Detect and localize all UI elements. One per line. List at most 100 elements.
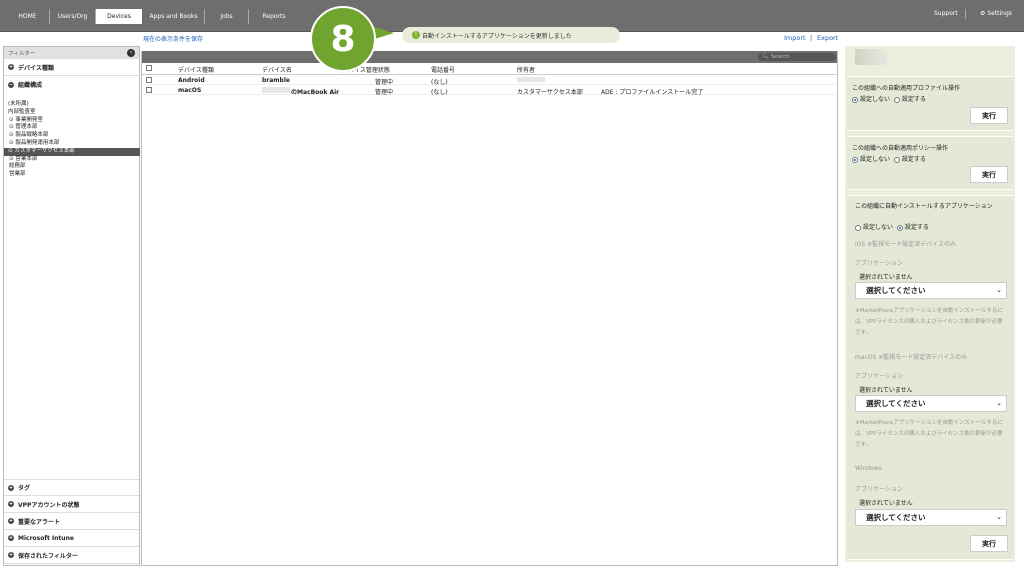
select-all-checkbox[interactable]	[146, 65, 152, 71]
ios-note: ※MarketPlaceアプリケーションを自動インストールするには、VPPライセ…	[855, 308, 1003, 336]
tree-item[interactable]: 総務部	[6, 163, 139, 171]
nav-home[interactable]: HOME	[6, 9, 50, 24]
tree-item-selected[interactable]: ⊙ カスタマーサクセス本部	[4, 147, 140, 156]
import-link[interactable]: Import	[784, 34, 806, 42]
table-toolbar: 🔍︎ Search	[142, 51, 837, 63]
support-link[interactable]: Support	[934, 10, 958, 17]
nav-reports[interactable]: Reports	[250, 9, 298, 24]
radio-label: 設定する	[901, 96, 926, 103]
minus-icon: −	[8, 81, 14, 88]
table-header: デバイス種類 デバイス名 デバイス管理状態 電話番号 所有者	[142, 63, 837, 75]
apps-panel: この組織に自動インストールするアプリケーション 設定しない 設定する iOS ※…	[847, 195, 1013, 560]
macos-app-label: アプリケーション	[855, 373, 903, 380]
table-row[interactable]: Android bramble 管理中 (なし)	[142, 75, 837, 86]
select-value: 選択してください	[866, 513, 926, 522]
owner: カスタマーサクセス本部	[517, 89, 583, 96]
tree-item[interactable]: ⊙ 製品戦略本部	[6, 132, 139, 140]
ios-none-selected: 選択されていません	[859, 274, 913, 281]
settings-label: Settings	[987, 10, 1012, 17]
section-label: Microsoft Intune	[18, 534, 74, 542]
macos-app-select[interactable]: 選択してください ⌄	[855, 395, 1007, 412]
apps-radio-off[interactable]	[855, 224, 861, 231]
ios-app-select[interactable]: 選択してください ⌄	[855, 282, 1007, 299]
device-note: ADE : プロファイルインストール完了	[601, 89, 704, 96]
chevron-down-icon: ⌄	[996, 286, 1002, 294]
row-checkbox[interactable]	[146, 77, 152, 83]
radio-label: 設定しない	[863, 224, 894, 231]
header-phone[interactable]: 電話番号	[431, 65, 455, 74]
collapse-icon[interactable]: ‹	[127, 49, 135, 57]
nav-users-org[interactable]: Users/Org	[50, 9, 96, 24]
select-value: 選択してください	[866, 286, 926, 295]
plus-icon: +	[8, 535, 14, 541]
header-device-type[interactable]: デバイス種類	[178, 65, 214, 74]
radio-label: 設定する	[904, 224, 929, 231]
macos-label: macOS ※監視モード設定済デバイスのみ	[855, 354, 968, 361]
ios-label: iOS ※監視モード設定済デバイスのみ	[855, 241, 956, 248]
section-label: 組織構成	[18, 82, 43, 89]
section-saved-filters[interactable]: + 保存されたフィルター	[4, 547, 139, 564]
save-filter-link[interactable]: 現在の表示条件を保存	[143, 34, 203, 43]
policy-radio-on[interactable]	[893, 156, 900, 163]
plus-icon: +	[8, 64, 14, 70]
policy-radio-off[interactable]	[852, 156, 858, 163]
device-name[interactable]: bramble	[262, 77, 290, 84]
settings-link[interactable]: ⚙ Settings	[980, 10, 1012, 17]
apps-run-button[interactable]: 実行	[970, 535, 1008, 552]
device-status: 管理中	[375, 89, 394, 96]
profile-radio-on[interactable]	[893, 96, 900, 103]
windows-label: Windows	[855, 465, 882, 472]
owner-redacted	[517, 77, 545, 82]
tree-item[interactable]: 内部監査室	[6, 109, 139, 117]
profile-radio-off[interactable]	[852, 96, 858, 103]
policy-run-button[interactable]: 実行	[970, 166, 1008, 183]
tree-item[interactable]: ⊙ 製品開発運用本部	[6, 140, 139, 148]
section-org-structure[interactable]: − 組織構成	[4, 76, 139, 93]
select-value: 選択してください	[866, 399, 926, 408]
plus-icon: +	[8, 518, 14, 524]
windows-app-label: アプリケーション	[855, 486, 903, 493]
header-device-name[interactable]: デバイス名	[262, 65, 292, 74]
radio-label: 設定しない	[860, 156, 891, 163]
step-badge: 8	[310, 6, 376, 72]
tree-item-unassigned[interactable]: (未所属)	[6, 101, 139, 109]
search-input[interactable]: 🔍︎ Search	[758, 53, 836, 61]
success-toast: ! 自動インストールするアプリケーションを更新しました	[402, 27, 620, 43]
section-label: タグ	[18, 485, 31, 492]
windows-none-selected: 選択されていません	[859, 500, 913, 507]
section-vpp-status[interactable]: + VPPアカウントの状態	[4, 496, 139, 513]
section-intune[interactable]: + Microsoft Intune	[4, 530, 139, 547]
section-tags[interactable]: + タグ	[4, 479, 139, 496]
header-owner[interactable]: 所有者	[517, 65, 535, 74]
row-checkbox[interactable]	[146, 87, 152, 93]
apps-title: この組織に自動インストールするアプリケーション	[855, 203, 993, 210]
table-row[interactable]: macOS のMacBook Air 管理中 (なし) カスタマーサクセス本部 …	[142, 85, 837, 96]
section-alerts[interactable]: + 重要なアラート	[4, 513, 139, 530]
windows-app-select[interactable]: 選択してください ⌄	[855, 509, 1007, 526]
profile-title: この組織への自動適用プロファイル操作	[852, 85, 961, 92]
phone-number: (なし)	[431, 89, 448, 96]
check-icon: !	[412, 31, 420, 39]
device-name[interactable]: のMacBook Air	[291, 87, 339, 96]
nav-apps-and-books[interactable]: Apps and Books	[143, 9, 205, 24]
export-link[interactable]: Export	[817, 34, 838, 42]
search-icon: 🔍︎	[762, 54, 769, 60]
chevron-down-icon: ⌄	[996, 513, 1002, 521]
org-name-redacted	[855, 49, 887, 65]
profile-run-button[interactable]: 実行	[970, 107, 1008, 124]
apps-radio-on[interactable]	[896, 224, 903, 231]
policy-title: この組織への自動適用ポリシー操作	[852, 145, 949, 152]
tree-item[interactable]: 営業部	[6, 171, 139, 179]
device-type: Android	[178, 77, 205, 84]
plus-icon: +	[8, 484, 14, 491]
filter-label: フィルター	[8, 51, 36, 57]
org-settings-panel: この組織への自動適用プロファイル操作 設定しない 設定する 実行 この組織への自…	[845, 46, 1015, 562]
section-device-type[interactable]: + デバイス種類	[4, 59, 139, 76]
plus-icon: +	[8, 501, 14, 507]
search-placeholder: Search	[770, 54, 790, 60]
chevron-down-icon: ⌄	[996, 399, 1002, 407]
nav-devices[interactable]: Devices	[96, 9, 142, 24]
nav-jobs[interactable]: Jobs	[205, 9, 249, 24]
radio-label: 設定する	[901, 156, 926, 163]
toast-message: 自動インストールするアプリケーションを更新しました	[422, 32, 572, 40]
